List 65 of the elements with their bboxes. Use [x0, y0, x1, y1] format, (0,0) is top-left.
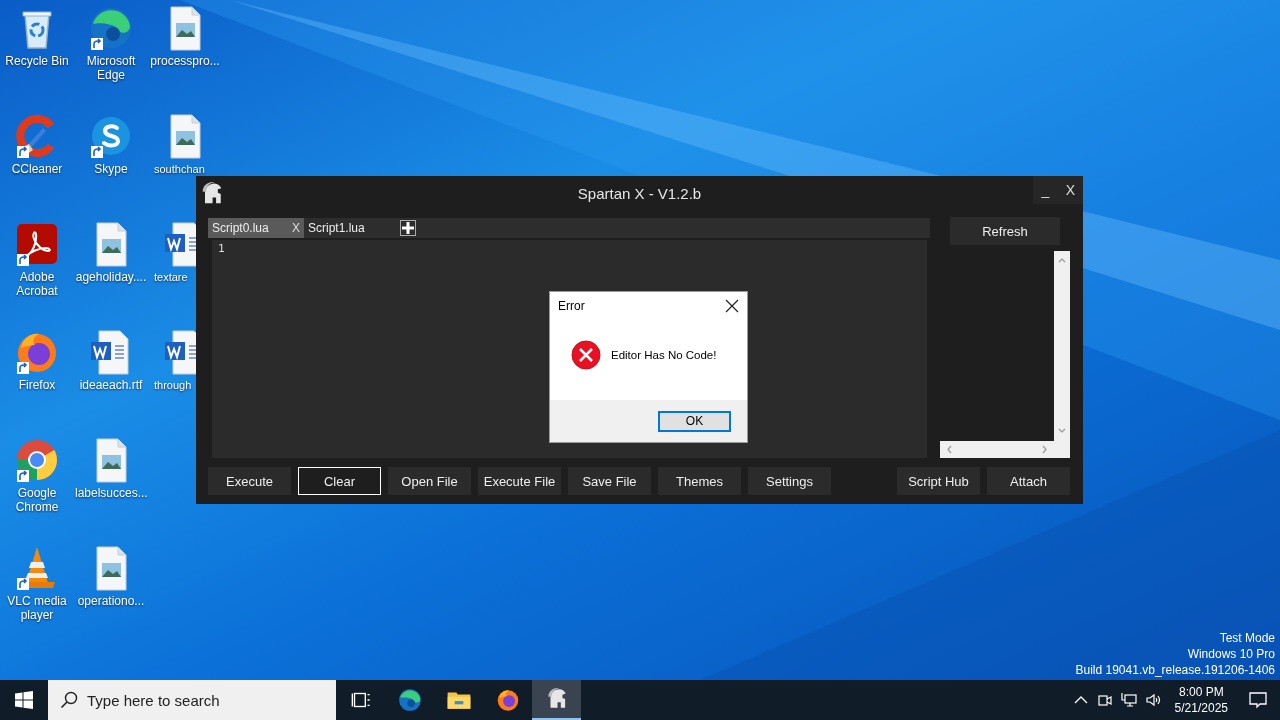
search-field[interactable]: Type here to search	[48, 680, 336, 720]
desktop-icon-label[interactable]: processpro...	[149, 54, 221, 68]
editor-tab[interactable]: Script0.lua X	[208, 218, 304, 238]
action-button[interactable]: Open File	[388, 467, 471, 495]
close-button[interactable]: X	[1058, 176, 1083, 204]
shortcut-arrow-icon	[17, 578, 29, 590]
clock-date: 5/21/2025	[1174, 700, 1228, 716]
refresh-button[interactable]: Refresh	[950, 217, 1060, 245]
window-title: Spartan X - V1.2.b	[577, 185, 702, 202]
notifications-icon[interactable]	[1248, 690, 1268, 710]
dialog-title: Error	[558, 299, 585, 313]
shortcut-arrow-icon	[17, 146, 29, 158]
system-info-text: Test Mode	[1219, 630, 1275, 646]
desktop-icon-label[interactable]: operationo...	[75, 594, 147, 608]
add-tab-icon[interactable]	[400, 220, 416, 236]
horizontal-scrollbar[interactable]	[940, 441, 1054, 458]
action-button[interactable]: Attach	[987, 467, 1070, 495]
tab-label[interactable]: Script1.lua	[308, 221, 365, 235]
shortcut-arrow-icon	[17, 470, 29, 482]
action-button[interactable]: Execute	[208, 467, 291, 495]
desktop-icon-label[interactable]: Recycle Bin	[1, 54, 73, 68]
action-button[interactable]: Themes	[658, 467, 741, 495]
desktop-icon-label[interactable]: Microsoft Edge	[75, 54, 147, 82]
desktop-icon-label[interactable]: CCleaner	[1, 162, 73, 176]
browser-icon	[396, 687, 423, 713]
shortcut-arrow-icon	[91, 146, 103, 158]
system-info-text: Build 19041.vb_release.191206-1406	[1075, 662, 1275, 678]
minimize-button[interactable]: _	[1033, 176, 1058, 204]
dialog-message: Editor Has No Code!	[611, 349, 717, 361]
action-button[interactable]: Settings	[748, 467, 831, 495]
desktop-icon-label[interactable]: Firefox	[1, 378, 73, 392]
desktop-icon-label[interactable]: VLC media player	[1, 594, 73, 622]
error-icon	[571, 340, 601, 370]
tab-close-button[interactable]: X	[292, 221, 300, 235]
vertical-scrollbar[interactable]	[1054, 251, 1070, 458]
desktop-icon-label[interactable]: labelsucces...	[75, 486, 147, 500]
network-icon[interactable]	[1120, 692, 1137, 708]
desktop-icon-label[interactable]: ageholiday....	[75, 270, 147, 284]
desktop-icon-label[interactable]: Skype	[75, 162, 147, 176]
desktop-icon-label[interactable]: Adobe Acrobat	[1, 270, 73, 298]
desktop-icon-label[interactable]: Google Chrome	[1, 486, 73, 514]
editor-tab[interactable]: Script1.lua	[304, 218, 400, 238]
action-button[interactable]: Save File	[568, 467, 651, 495]
desktop-icon-label[interactable]: textare	[148, 270, 188, 284]
desktop-icon-label[interactable]: through	[148, 378, 192, 392]
taskbar-app-button[interactable]	[532, 680, 581, 720]
action-button[interactable]: Execute File	[478, 467, 561, 495]
desktop-icon-label[interactable]: southchan	[148, 162, 205, 176]
shortcut-arrow-icon	[91, 38, 103, 50]
close-icon[interactable]	[725, 299, 739, 313]
action-button[interactable]: Clear	[298, 467, 381, 495]
volume-icon[interactable]	[1144, 692, 1161, 708]
clock-time: 8:00 PM	[1178, 684, 1224, 700]
search-icon	[60, 691, 78, 709]
ok-button[interactable]: OK	[658, 410, 731, 432]
desktop-icon-label[interactable]: ideaeach.rtf	[75, 378, 147, 392]
camera-icon[interactable]	[1096, 692, 1113, 708]
clock[interactable]: 8:00 PM 5/21/2025	[1164, 684, 1236, 716]
shortcut-arrow-icon	[17, 362, 29, 374]
windows-start-icon[interactable]	[15, 691, 33, 709]
line-number: 1	[217, 241, 226, 255]
action-button[interactable]: Script Hub	[897, 467, 980, 495]
shortcut-arrow-icon	[17, 254, 29, 266]
system-info-text: Windows 10 Pro	[1187, 646, 1275, 662]
tab-label[interactable]: Script0.lua	[212, 221, 269, 235]
